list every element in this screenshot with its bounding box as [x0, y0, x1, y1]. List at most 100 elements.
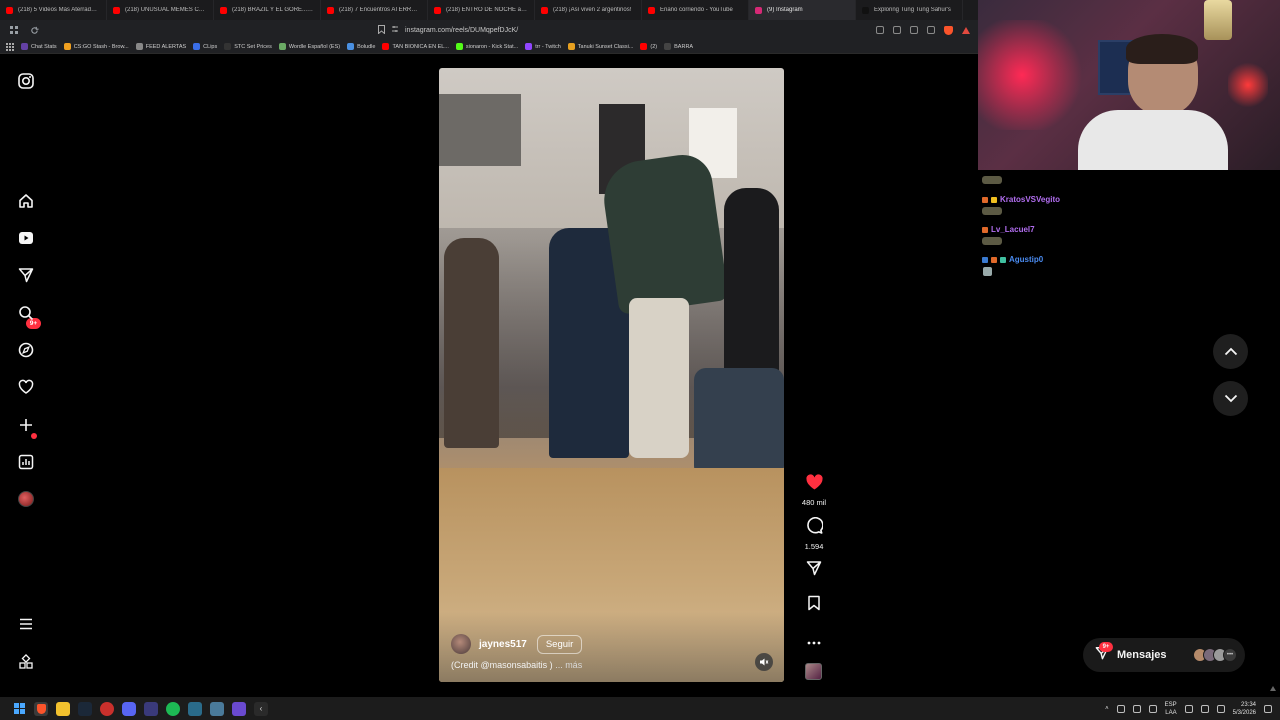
browser-tab[interactable]: (218) 7 Encuentros ATERRADORES	[321, 0, 428, 20]
direct-messages-icon[interactable]	[16, 265, 36, 285]
chat-emote-image	[982, 237, 1002, 245]
messages-button[interactable]: 9+ Mensajes •••	[1083, 638, 1245, 672]
tab-grid-icon[interactable]	[8, 24, 20, 36]
chevron-up-icon[interactable]: ˄	[1105, 706, 1109, 712]
chat-username[interactable]: KratosVSVegito	[1000, 195, 1060, 204]
comment-icon[interactable]	[806, 517, 824, 539]
file-explorer-icon[interactable]	[56, 701, 70, 716]
tab-title: Exploring Tung Tung Sahur's	[874, 7, 951, 13]
volume-icon[interactable]	[1216, 704, 1225, 713]
windows-start-icon[interactable]	[12, 702, 26, 716]
language-indicator[interactable]: ESP LAA	[1165, 701, 1177, 717]
zoom-icon[interactable]	[876, 26, 884, 34]
profile-avatar[interactable]	[16, 489, 36, 509]
search-icon[interactable]	[16, 303, 36, 323]
create-plus-icon[interactable]	[16, 415, 36, 435]
windows-taskbar: ‹ ˄ ESP LAA 23:34 5/3/2026	[0, 697, 1280, 720]
bookmark-item[interactable]: TAN BIONICA EN EL...	[382, 43, 449, 50]
site-info-icon[interactable]	[391, 25, 399, 35]
mute-icon[interactable]	[755, 653, 773, 671]
bookmark-item[interactable]: Wordle Español (ES)	[278, 43, 340, 50]
usb-icon[interactable]	[1148, 704, 1157, 713]
explore-icon[interactable]	[16, 340, 36, 360]
browser-tab[interactable]: Exploring Tung Tung Sahur's	[856, 0, 963, 20]
brave-shield-icon[interactable]	[944, 25, 953, 35]
bookmark-item[interactable]: trr - Twitch	[525, 43, 561, 50]
bookmark-item[interactable]: STC Set Prices	[224, 43, 272, 50]
next-reel-button[interactable]	[1213, 381, 1248, 416]
browser-tab[interactable]: (218) ¡Así viven 2 argentinos!	[535, 0, 642, 20]
bookmark-item[interactable]: sionaron - Kick Stat...	[455, 43, 518, 50]
reels-icon[interactable]	[16, 228, 36, 248]
scroll-up-icon[interactable]	[1270, 686, 1276, 691]
discord-icon[interactable]	[122, 701, 136, 716]
previous-reel-button[interactable]	[1213, 334, 1248, 369]
bookmark-item[interactable]: Tanuki Sunset Classi...	[567, 43, 634, 50]
app-icon[interactable]: ‹	[254, 701, 268, 716]
like-heart-icon[interactable]	[805, 474, 823, 495]
more-link[interactable]: ... más	[555, 660, 582, 670]
home-icon[interactable]	[16, 191, 36, 211]
browser-tab[interactable]: (218) ENTRO DE NOCHE a VI...	[428, 0, 535, 20]
more-apps-icon[interactable]	[16, 652, 36, 672]
save-bookmark-icon[interactable]	[807, 595, 821, 616]
window-icon[interactable]	[893, 26, 901, 34]
reel-video[interactable]: jaynes517 Seguir (Credit @masonsabaitis …	[439, 68, 784, 682]
bookmark-item[interactable]: Chat Stats	[21, 43, 57, 50]
bookmark-item[interactable]: Boludle	[347, 43, 375, 50]
red-light-image	[1228, 60, 1268, 110]
tab-favicon-icon	[755, 6, 762, 14]
tray-app-icon[interactable]	[1116, 704, 1125, 713]
more-options-icon[interactable]	[807, 632, 821, 650]
star-icon[interactable]	[927, 26, 935, 34]
clock[interactable]: 23:34 5/3/2026	[1233, 701, 1256, 717]
browser-tab[interactable]: (9) Instagram	[749, 0, 856, 20]
brave-browser-icon[interactable]	[34, 701, 48, 716]
dancer-pants-image	[629, 298, 689, 458]
browser-tab[interactable]: (218) UNUSUAL MEMES COMPILATION	[107, 0, 214, 20]
share-icon[interactable]	[806, 560, 822, 581]
app-icon[interactable]	[188, 701, 202, 716]
notification-center-icon[interactable]	[1264, 704, 1272, 713]
tab-favicon-icon	[862, 6, 869, 14]
tab-favicon-icon	[6, 6, 13, 14]
bookmark-item[interactable]: CS:GO Stash - Brow...	[63, 43, 129, 50]
browser-tab[interactable]: (218) BRAZIL Y EL GORE... - YouTube	[214, 0, 321, 20]
obs-icon[interactable]	[100, 701, 114, 716]
bookmark-item[interactable]: FEED ALERTAS	[135, 43, 186, 50]
bookmark-label: Tanuki Sunset Classi...	[577, 43, 634, 50]
url-text[interactable]: instagram.com/reels/DUMqpefDJcK/	[405, 27, 518, 34]
author-avatar[interactable]	[451, 634, 471, 654]
likes-count: 480 mil	[801, 498, 827, 507]
reload-icon[interactable]	[28, 24, 40, 36]
instagram-sidebar: 9+	[0, 54, 54, 694]
audio-thumbnail[interactable]	[805, 663, 822, 680]
menu-hamburger-icon[interactable]	[16, 614, 36, 634]
network-icon[interactable]	[1200, 704, 1209, 713]
dashboard-icon[interactable]	[16, 452, 36, 472]
chat-username[interactable]: Agustip0	[1009, 255, 1043, 264]
brave-rewards-icon[interactable]	[962, 26, 970, 34]
author-username[interactable]: jaynes517	[479, 639, 527, 650]
tray-app-icon[interactable]	[1132, 704, 1141, 713]
streamer-shirt-image	[1078, 110, 1228, 170]
instagram-logo-icon[interactable]	[16, 71, 36, 91]
chat-username[interactable]: Lv_Lacuel7	[991, 225, 1035, 234]
follow-button[interactable]: Seguir	[536, 634, 583, 654]
app-icon[interactable]	[232, 701, 246, 716]
bookmark-icon[interactable]	[378, 24, 385, 36]
notifications-heart-icon[interactable]	[16, 377, 36, 397]
display-icon[interactable]	[1184, 704, 1193, 713]
apps-icon[interactable]	[6, 42, 14, 51]
share-icon[interactable]	[910, 26, 918, 34]
system-tray: ˄ ESP LAA 23:34 5/3/2026	[1105, 701, 1280, 717]
steam-icon[interactable]	[78, 701, 92, 716]
bookmark-item[interactable]: BARRA	[664, 43, 693, 50]
spotify-icon[interactable]	[166, 701, 180, 716]
browser-tab[interactable]: (218) 5 Videos Más Aterradores	[0, 0, 107, 20]
browser-tab[interactable]: Enano corriendo - YouTube	[642, 0, 749, 20]
app-icon[interactable]	[210, 701, 224, 716]
bookmark-item[interactable]: CLips	[193, 43, 217, 50]
bookmark-item[interactable]: (2)	[640, 43, 657, 50]
app-icon[interactable]	[144, 701, 158, 716]
